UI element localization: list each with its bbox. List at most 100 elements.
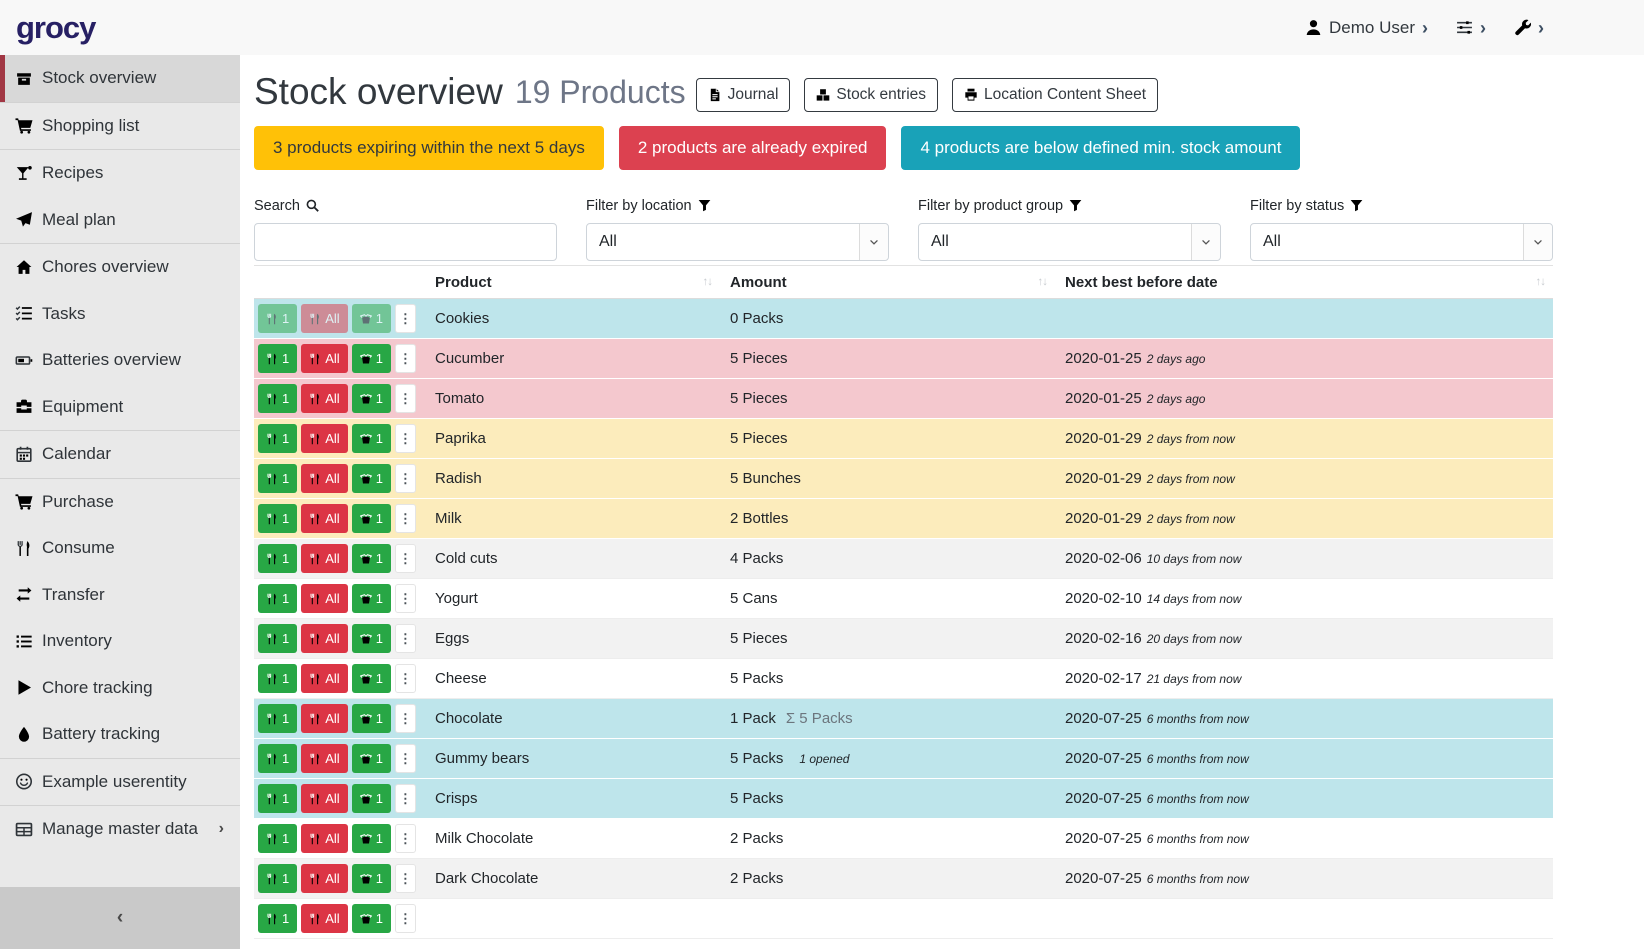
consume-one-button[interactable]: 1 bbox=[258, 344, 297, 373]
user-menu[interactable]: Demo User › bbox=[1305, 18, 1428, 38]
row-menu-button[interactable]: ⋮ bbox=[395, 624, 416, 653]
consume-all-button[interactable]: All bbox=[301, 464, 347, 493]
product-name bbox=[425, 899, 720, 939]
open-one-button[interactable]: 1 bbox=[352, 744, 391, 773]
consume-all-button[interactable]: All bbox=[301, 304, 347, 333]
open-one-button[interactable]: 1 bbox=[352, 584, 391, 613]
location-filter-select[interactable]: All bbox=[586, 223, 889, 261]
warning-alert[interactable]: 3 products expiring within the next 5 da… bbox=[254, 126, 604, 170]
consume-all-button[interactable]: All bbox=[301, 744, 347, 773]
sidebar-item-shopping-list[interactable]: Shopping list bbox=[0, 103, 240, 150]
consume-one-button[interactable]: 1 bbox=[258, 904, 297, 933]
stock-entries-button[interactable]: Stock entries bbox=[804, 78, 938, 112]
open-one-button[interactable]: 1 bbox=[352, 464, 391, 493]
open-one-button[interactable]: 1 bbox=[352, 504, 391, 533]
row-menu-button[interactable]: ⋮ bbox=[395, 384, 416, 413]
app-logo[interactable]: grocy bbox=[16, 10, 95, 46]
consume-all-button[interactable]: All bbox=[301, 424, 347, 453]
consume-all-button[interactable]: All bbox=[301, 784, 347, 813]
product-group-filter-select[interactable]: All bbox=[918, 223, 1221, 261]
column-header-next-best-before-date[interactable]: Next best before date↑↓ bbox=[1055, 266, 1553, 299]
sidebar-item-recipes[interactable]: Recipes bbox=[0, 150, 240, 197]
sidebar-item-manage-master-data[interactable]: Manage master data › bbox=[0, 806, 240, 853]
sidebar-item-chores-overview[interactable]: Chores overview bbox=[0, 244, 240, 291]
consume-one-button[interactable]: 1 bbox=[258, 824, 297, 853]
consume-one-button[interactable]: 1 bbox=[258, 864, 297, 893]
open-one-button[interactable]: 1 bbox=[352, 704, 391, 733]
journal-button[interactable]: Journal bbox=[696, 78, 791, 112]
consume-all-button[interactable]: All bbox=[301, 344, 347, 373]
consume-one-button[interactable]: 1 bbox=[258, 304, 297, 333]
sidebar-item-chore-tracking[interactable]: Chore tracking bbox=[0, 665, 240, 712]
open-one-button[interactable]: 1 bbox=[352, 904, 391, 933]
consume-one-button[interactable]: 1 bbox=[258, 664, 297, 693]
consume-all-button[interactable]: All bbox=[301, 704, 347, 733]
open-one-button[interactable]: 1 bbox=[352, 664, 391, 693]
row-menu-button[interactable]: ⋮ bbox=[395, 824, 416, 853]
open-one-button[interactable]: 1 bbox=[352, 344, 391, 373]
sidebar-item-meal-plan[interactable]: Meal plan bbox=[0, 197, 240, 244]
consume-one-button[interactable]: 1 bbox=[258, 544, 297, 573]
sidebar-item-inventory[interactable]: Inventory bbox=[0, 618, 240, 665]
row-menu-button[interactable]: ⋮ bbox=[395, 704, 416, 733]
sidebar-item-stock-overview[interactable]: Stock overview bbox=[0, 55, 240, 102]
row-menu-button[interactable]: ⋮ bbox=[395, 784, 416, 813]
sidebar-item-equipment[interactable]: Equipment bbox=[0, 384, 240, 431]
column-header-amount[interactable]: Amount↑↓ bbox=[720, 266, 1055, 299]
consume-one-button[interactable]: 1 bbox=[258, 704, 297, 733]
consume-one-button[interactable]: 1 bbox=[258, 744, 297, 773]
open-one-button[interactable]: 1 bbox=[352, 784, 391, 813]
row-menu-button[interactable]: ⋮ bbox=[395, 304, 416, 333]
open-one-button[interactable]: 1 bbox=[352, 304, 391, 333]
sidebar-item-calendar[interactable]: Calendar bbox=[0, 431, 240, 478]
consume-one-button[interactable]: 1 bbox=[258, 384, 297, 413]
open-one-button[interactable]: 1 bbox=[352, 864, 391, 893]
settings-menu[interactable]: › bbox=[1456, 19, 1486, 37]
open-one-button[interactable]: 1 bbox=[352, 824, 391, 853]
sidebar-item-transfer[interactable]: Transfer bbox=[0, 572, 240, 619]
open-one-button[interactable]: 1 bbox=[352, 544, 391, 573]
consume-all-button[interactable]: All bbox=[301, 864, 347, 893]
consume-one-button[interactable]: 1 bbox=[258, 464, 297, 493]
consume-all-button[interactable]: All bbox=[301, 544, 347, 573]
sidebar-item-batteries-overview[interactable]: Batteries overview bbox=[0, 337, 240, 384]
row-menu-button[interactable]: ⋮ bbox=[395, 904, 416, 933]
sidebar-item-example-userentity[interactable]: Example userentity bbox=[0, 759, 240, 806]
row-menu-button[interactable]: ⋮ bbox=[395, 464, 416, 493]
location-content-sheet-button[interactable]: Location Content Sheet bbox=[952, 78, 1158, 112]
sidebar-item-tasks[interactable]: Tasks bbox=[0, 291, 240, 338]
row-menu-button[interactable]: ⋮ bbox=[395, 584, 416, 613]
consume-all-button[interactable]: All bbox=[301, 504, 347, 533]
consume-one-button[interactable]: 1 bbox=[258, 784, 297, 813]
consume-one-button[interactable]: 1 bbox=[258, 504, 297, 533]
consume-one-button[interactable]: 1 bbox=[258, 424, 297, 453]
row-menu-button[interactable]: ⋮ bbox=[395, 864, 416, 893]
open-one-button[interactable]: 1 bbox=[352, 624, 391, 653]
row-menu-button[interactable]: ⋮ bbox=[395, 664, 416, 693]
row-menu-button[interactable]: ⋮ bbox=[395, 424, 416, 453]
open-one-button[interactable]: 1 bbox=[352, 424, 391, 453]
consume-all-button[interactable]: All bbox=[301, 904, 347, 933]
row-menu-button[interactable]: ⋮ bbox=[395, 504, 416, 533]
status-filter-select[interactable]: All bbox=[1250, 223, 1553, 261]
danger-alert[interactable]: 2 products are already expired bbox=[619, 126, 887, 170]
sidebar-item-purchase[interactable]: Purchase bbox=[0, 479, 240, 526]
consume-all-button[interactable]: All bbox=[301, 664, 347, 693]
search-input[interactable] bbox=[254, 223, 557, 261]
sidebar-collapse-button[interactable]: ‹ bbox=[0, 887, 240, 949]
admin-menu[interactable]: › bbox=[1514, 19, 1544, 37]
consume-all-button[interactable]: All bbox=[301, 384, 347, 413]
row-menu-button[interactable]: ⋮ bbox=[395, 344, 416, 373]
sidebar-item-battery-tracking[interactable]: Battery tracking bbox=[0, 711, 240, 758]
column-header-product[interactable]: Product↑↓ bbox=[425, 266, 720, 299]
sidebar-item-consume[interactable]: Consume bbox=[0, 525, 240, 572]
consume-one-button[interactable]: 1 bbox=[258, 624, 297, 653]
consume-one-button[interactable]: 1 bbox=[258, 584, 297, 613]
consume-all-button[interactable]: All bbox=[301, 824, 347, 853]
open-one-button[interactable]: 1 bbox=[352, 384, 391, 413]
consume-all-button[interactable]: All bbox=[301, 584, 347, 613]
consume-all-button[interactable]: All bbox=[301, 624, 347, 653]
info-alert[interactable]: 4 products are below defined min. stock … bbox=[901, 126, 1300, 170]
row-menu-button[interactable]: ⋮ bbox=[395, 744, 416, 773]
row-menu-button[interactable]: ⋮ bbox=[395, 544, 416, 573]
